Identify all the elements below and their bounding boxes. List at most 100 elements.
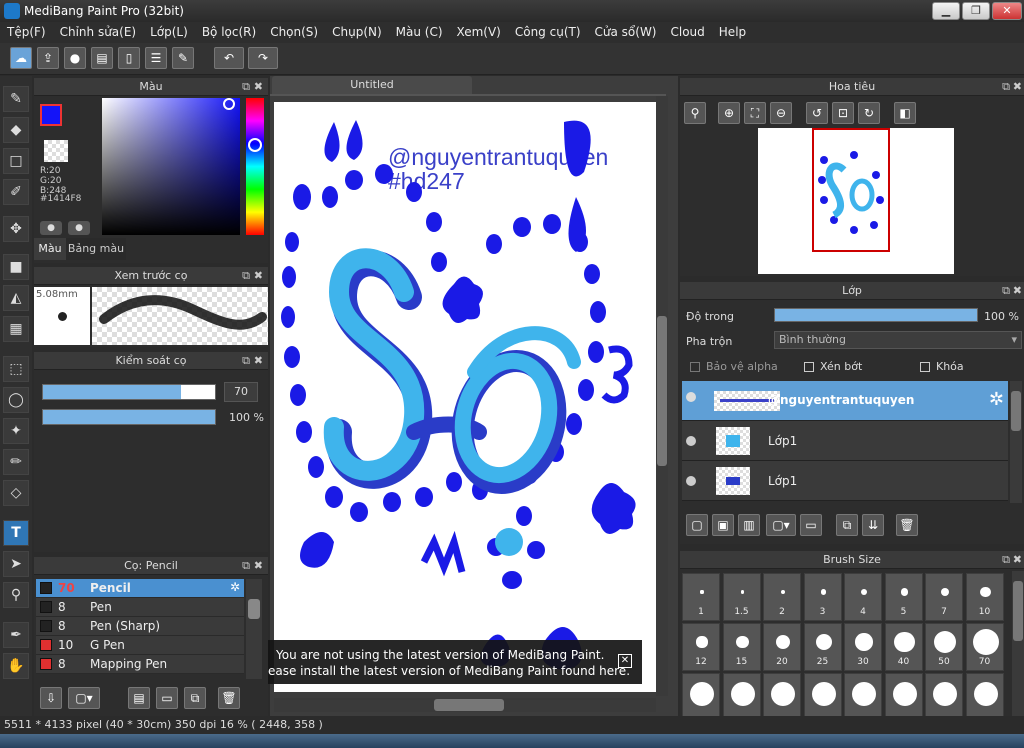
close-panel-icon[interactable]: ✖	[254, 557, 263, 575]
edit-brush-icon[interactable]: ▤	[128, 687, 150, 709]
cloud-icon[interactable]: ☁	[10, 47, 32, 69]
eye-icon[interactable]	[686, 392, 696, 402]
undock-icon[interactable]: ⧉	[1002, 551, 1010, 569]
dropper-tool-icon[interactable]: ✒	[3, 622, 29, 648]
brush-size-option[interactable]: 1.5	[722, 573, 761, 621]
menu-cloud[interactable]: Cloud	[664, 22, 712, 39]
update-notice[interactable]: You are not using the latest version of …	[268, 640, 642, 684]
brush-size-option[interactable]: 70	[965, 623, 1004, 671]
new-layer-icon[interactable]: ▢	[686, 514, 708, 536]
layer-item[interactable]: Lớp1	[682, 461, 1008, 501]
select-eraser-tool-icon[interactable]: ◇	[3, 480, 29, 506]
brush-size-option[interactable]	[925, 673, 963, 716]
notice-close-button[interactable]: ✕	[618, 654, 632, 668]
hand-tool-icon[interactable]: ✋	[3, 653, 29, 679]
brush-size-option[interactable]: 7	[925, 573, 963, 621]
brush-size-slider[interactable]	[42, 384, 216, 400]
close-panel-icon[interactable]: ✖	[254, 78, 263, 96]
menu-color[interactable]: Màu (C)	[389, 22, 450, 39]
page-edit-icon[interactable]: ✎	[172, 47, 194, 69]
menu-help[interactable]: Help	[712, 22, 753, 39]
comment-icon[interactable]: ▤	[91, 47, 113, 69]
eye-icon[interactable]	[686, 476, 696, 486]
transparent-swatch[interactable]	[44, 140, 68, 162]
duplicate-layer-icon[interactable]: ⧉	[836, 514, 858, 536]
brush-item-pen-sharp[interactable]: 8 Pen (Sharp)	[36, 617, 244, 636]
page-list-icon[interactable]: ☰	[145, 47, 167, 69]
zoom-icon[interactable]: ⚲	[684, 102, 706, 124]
canvas-tab[interactable]: Untitled	[272, 76, 472, 94]
brush-size-option[interactable]	[884, 673, 923, 716]
menu-snap[interactable]: Chụp(N)	[325, 22, 389, 39]
copy-brush-icon[interactable]: ⧉	[184, 687, 206, 709]
brush-size-option[interactable]: 30	[844, 623, 882, 671]
cloud-download-icon[interactable]: ⇩	[40, 687, 62, 709]
page-icon[interactable]: ▯	[118, 47, 140, 69]
saturation-value-picker[interactable]	[102, 98, 240, 235]
redo-icon[interactable]: ↷	[248, 47, 278, 69]
brush-size-option[interactable]: 5	[884, 573, 923, 621]
close-panel-icon[interactable]: ✖	[1013, 78, 1022, 96]
folder-icon[interactable]: ▭	[800, 514, 822, 536]
brush-size-option[interactable]: 10	[965, 573, 1004, 621]
upload-icon[interactable]: ⇪	[37, 47, 59, 69]
hue-slider[interactable]	[246, 98, 264, 235]
hue-slider-cursor[interactable]	[248, 138, 262, 152]
tab-palette[interactable]: Bảng màu	[66, 238, 126, 260]
menu-view[interactable]: Xem(V)	[450, 22, 508, 39]
navigator-preview[interactable]	[758, 128, 954, 274]
fit-icon[interactable]: ⛶	[744, 102, 766, 124]
menu-window[interactable]: Cửa sổ(W)	[588, 22, 664, 39]
select-pen-tool-icon[interactable]: ✏	[3, 449, 29, 475]
flip-icon[interactable]: ◧	[894, 102, 916, 124]
menu-tools[interactable]: Công cụ(T)	[508, 22, 588, 39]
gradient-tool-icon[interactable]: ▦	[3, 316, 29, 342]
add-layer-menu-icon[interactable]: ▢▾	[766, 514, 796, 536]
brush-item-pencil[interactable]: 70 Pencil ✲	[36, 579, 244, 598]
fill-rect-tool-icon[interactable]: ■	[3, 254, 29, 280]
minimize-button[interactable]: ▁	[932, 2, 960, 20]
lock-checkbox[interactable]	[920, 362, 930, 372]
brush-item-pen[interactable]: 8 Pen	[36, 598, 244, 617]
blend-mode-select[interactable]: Bình thường ▾	[774, 331, 1022, 349]
close-panel-icon[interactable]: ✖	[1013, 282, 1022, 300]
trash-icon[interactable]: 🗑	[896, 514, 918, 536]
brush-item-mapping-pen[interactable]: 8 Mapping Pen	[36, 655, 244, 674]
gear-icon[interactable]: ✲	[230, 580, 240, 594]
speech-bubble-icon[interactable]: ●	[64, 47, 86, 69]
layer-list-scrollbar[interactable]	[1010, 381, 1022, 503]
undock-icon[interactable]: ⧉	[1002, 78, 1010, 96]
eyedropper-tool-icon[interactable]: ⚲	[3, 582, 29, 608]
brush-size-option[interactable]	[763, 673, 801, 716]
menu-filter[interactable]: Bộ lọc(R)	[195, 22, 263, 39]
zoom-in-icon[interactable]: ⊕	[718, 102, 740, 124]
brush-size-option[interactable]	[803, 673, 842, 716]
brush-size-option[interactable]	[722, 673, 761, 716]
rectangle-tool-icon[interactable]: □	[3, 148, 29, 174]
rotate-right-icon[interactable]: ↻	[858, 102, 880, 124]
brush-size-option[interactable]	[965, 673, 1004, 716]
add-color-icon[interactable]: ●	[40, 221, 62, 235]
lasso-tool-icon[interactable]: ◯	[3, 387, 29, 413]
reset-rotation-icon[interactable]: ⊡	[832, 102, 854, 124]
brush-size-option[interactable]	[682, 673, 720, 716]
menu-file[interactable]: Tệp(F)	[0, 22, 53, 39]
undo-icon[interactable]: ↶	[214, 47, 244, 69]
new-halftone-layer-icon[interactable]: ▣	[712, 514, 734, 536]
layer-opacity-slider[interactable]	[774, 308, 978, 322]
menu-layer[interactable]: Lớp(L)	[143, 22, 195, 39]
brush-size-option[interactable]	[844, 673, 882, 716]
folder-icon[interactable]: ▭	[156, 687, 178, 709]
rotate-left-icon[interactable]: ↺	[806, 102, 828, 124]
brush-size-option[interactable]: 20	[763, 623, 801, 671]
close-button[interactable]: ✕	[992, 2, 1022, 20]
undock-icon[interactable]: ⧉	[242, 267, 250, 285]
canvas-hscrollbar[interactable]	[274, 698, 656, 712]
add-brush-icon[interactable]: ▢▾	[68, 687, 100, 709]
menu-select[interactable]: Chọn(S)	[263, 22, 325, 39]
layer-item[interactable]: @nguyentrantuquyen ✲	[682, 381, 1008, 421]
gear-icon[interactable]: ✲	[989, 389, 1004, 410]
brush-item-g-pen[interactable]: 10 G Pen	[36, 636, 244, 655]
menu-edit[interactable]: Chỉnh sửa(E)	[53, 22, 144, 39]
merge-layer-icon[interactable]: ⇊	[862, 514, 884, 536]
